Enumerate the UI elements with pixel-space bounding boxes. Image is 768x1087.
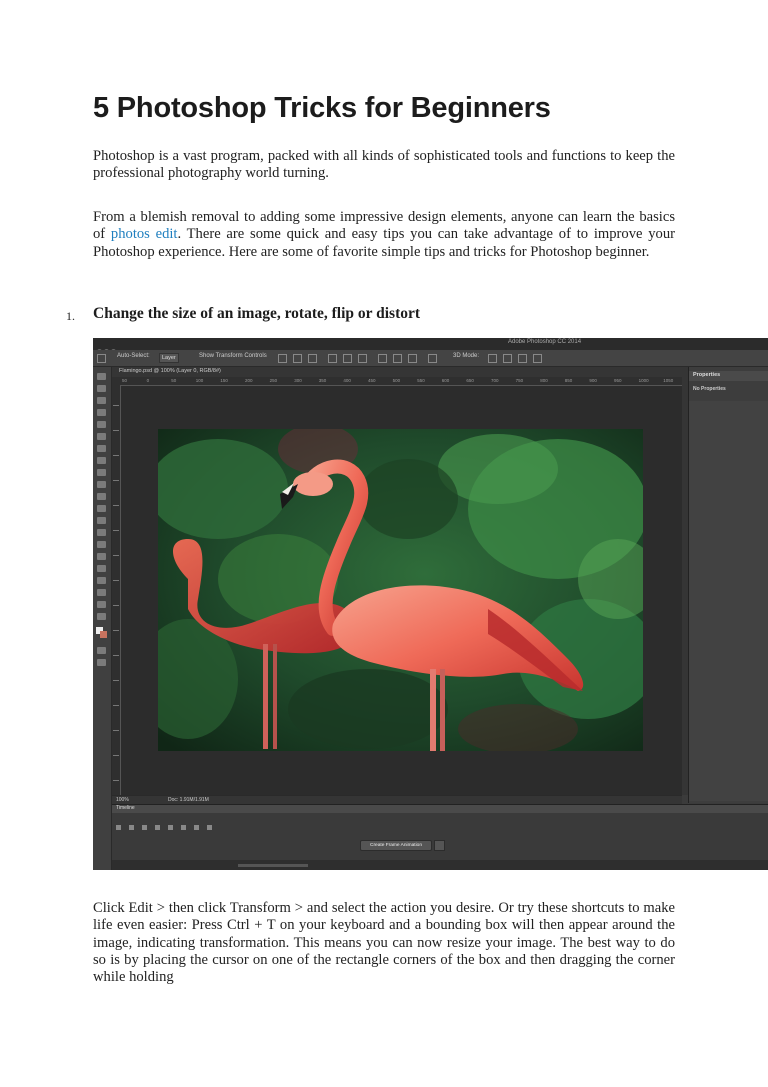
ps-options-bar: Auto-Select: Layer Show Transform Contro… [93, 350, 768, 367]
chevron-down-icon [434, 840, 445, 851]
ruler-tick-label: 300 [294, 378, 302, 383]
ruler-tick-label: 0 [146, 378, 150, 383]
ps-toolbar [93, 367, 112, 870]
ruler-tick-label: 500 [392, 378, 401, 383]
blur-tool-icon [97, 517, 106, 524]
timeline-controls [116, 817, 220, 835]
timeline-header: Timeline [112, 805, 768, 813]
distribute-icon [378, 354, 387, 363]
ruler-tick-label: 50 [171, 378, 177, 383]
3d-icon [518, 354, 527, 363]
ruler-tick-label: 350 [318, 378, 327, 383]
doc-tab-title: Flamingo.psd @ 100% (Layer 0, RGB/8#) [119, 368, 221, 374]
path-select-tool-icon [97, 565, 106, 572]
stamp-tool-icon [97, 469, 106, 476]
panel-body [689, 401, 768, 801]
ps-properties-panel: Properties No Properties [688, 367, 768, 803]
ps-app-title: Adobe Photoshop CC 2014 [508, 339, 582, 345]
shape-tool-icon [97, 577, 106, 584]
ruler-tick-label: 1050 [663, 378, 674, 383]
photoshop-screenshot: Adobe Photoshop CC 2014 Auto-Select: Lay… [93, 338, 768, 870]
type-tool-icon [97, 553, 106, 560]
auto-select-label: Auto-Select: [117, 353, 150, 359]
extras-icon [97, 613, 106, 620]
panel-header: Properties [689, 371, 768, 381]
ps-title-bar: Adobe Photoshop CC 2014 [93, 338, 768, 354]
zoom-tool-icon [97, 601, 106, 608]
align-icon [278, 354, 287, 363]
screen-mode-icon [97, 659, 106, 666]
list-item-heading: Change the size of an image, rotate, fli… [93, 305, 421, 322]
healing-tool-icon [97, 445, 106, 452]
pen-tool-icon [97, 541, 106, 548]
eraser-tool-icon [97, 493, 106, 500]
3d-mode-label: 3D Mode: [453, 353, 480, 359]
ruler-tick-label: 700 [491, 378, 499, 383]
ruler-tick-label: 950 [614, 378, 622, 383]
ps-timeline-panel: Timeline Create Frame Animation [112, 804, 768, 870]
zoom-level: 100% [116, 797, 129, 803]
horizontal-ruler: 50 0 50 100 150 200 250 300 350 400 450 500 550 600 65… [112, 377, 682, 386]
ruler-tick-label: 250 [269, 378, 278, 383]
timeline-label: Timeline [116, 805, 135, 811]
align-icon [358, 354, 367, 363]
ps-canvas-area [121, 386, 682, 795]
ruler-tick-label: 850 [564, 378, 573, 383]
paragraph-text: . There are some quick and easy tips you… [93, 226, 675, 260]
body-paragraph: Click Edit > then click Transform > and … [93, 900, 675, 986]
eyedropper-tool-icon [97, 433, 106, 440]
quick-select-tool-icon [97, 409, 106, 416]
align-icon [308, 354, 317, 363]
ruler-tick-label: 650 [466, 378, 474, 383]
ruler-tick-label: 900 [589, 378, 597, 383]
doc-size: Doc: 1.91M/1.91M [168, 797, 209, 803]
quick-mask-icon [97, 647, 106, 654]
align-icon [328, 354, 337, 363]
3d-icon [488, 354, 497, 363]
photos-edit-link[interactable]: photos edit [111, 226, 178, 242]
align-icon [293, 354, 302, 363]
hand-tool-icon [97, 589, 106, 596]
move-tool-icon [97, 373, 106, 380]
intro-paragraph: Photoshop is a vast program, packed with… [93, 148, 675, 182]
distribute-icon [408, 354, 417, 363]
ruler-tick-label: 200 [245, 378, 253, 383]
auto-select-dropdown: Layer [159, 353, 179, 363]
gradient-tool-icon [97, 505, 106, 512]
brush-tool-icon [97, 457, 106, 464]
ruler-tick-label: 1000 [638, 378, 649, 383]
panel-subtitle: No Properties [693, 386, 726, 392]
create-frame-animation-button: Create Frame Animation [360, 840, 432, 851]
3d-icon [503, 354, 512, 363]
ps-document-tab: Flamingo.psd @ 100% (Layer 0, RGB/8#) [112, 367, 682, 377]
3d-icon [533, 354, 542, 363]
show-transform-label: Show Transform Controls [199, 353, 267, 359]
lasso-tool-icon [97, 397, 106, 404]
flamingo-photo [158, 429, 643, 751]
history-brush-icon [97, 481, 106, 488]
distribute-icon [428, 354, 437, 363]
ruler-tick-label: 400 [343, 378, 351, 383]
marquee-tool-icon [97, 385, 106, 392]
ruler-tick-label: 450 [368, 378, 376, 383]
distribute-icon [393, 354, 402, 363]
ruler-tick-label: 100 [195, 378, 204, 383]
dodge-tool-icon [97, 529, 106, 536]
page-title: 5 Photoshop Tricks for Beginners [93, 92, 551, 124]
list-number: 1. [66, 309, 75, 323]
vertical-ruler [112, 385, 121, 795]
ruler-tick-label: 750 [515, 378, 524, 383]
body-paragraph: From a blemish removal to adding some im… [93, 209, 675, 261]
ruler-tick-label: 150 [220, 378, 228, 383]
timeline-footer [112, 860, 768, 870]
move-tool-icon [97, 354, 106, 363]
align-icon [343, 354, 352, 363]
ruler-tick-label: 550 [417, 378, 425, 383]
ruler-tick-label: 50 [122, 378, 128, 383]
ruler-tick-label: 600 [441, 378, 450, 383]
background-color-swatch [100, 631, 107, 638]
ruler-tick-label: 800 [540, 378, 548, 383]
crop-tool-icon [97, 421, 106, 428]
panel-title: Properties [693, 372, 721, 378]
